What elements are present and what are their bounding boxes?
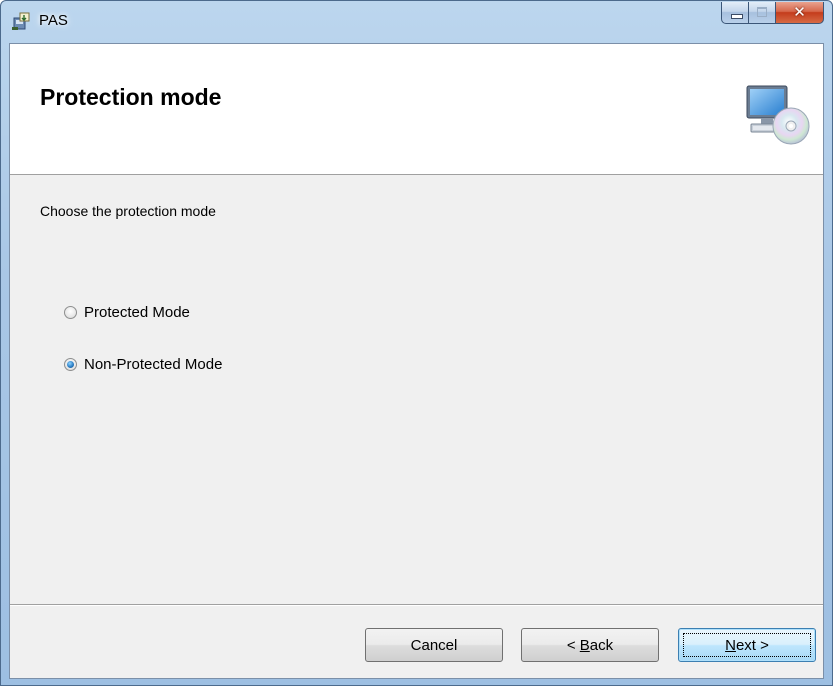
cancel-button[interactable]: Cancel	[365, 628, 503, 662]
maximize-button[interactable]	[749, 2, 776, 24]
next-rest: ext >	[735, 636, 769, 654]
window-title: PAS	[39, 12, 68, 29]
close-icon: ✕	[793, 3, 806, 21]
next-button[interactable]: Next >	[678, 628, 816, 662]
radio-button-unchecked[interactable]	[64, 306, 77, 319]
footer-divider	[10, 604, 823, 606]
back-prefix: <	[566, 636, 580, 654]
back-button-label: < Back	[567, 637, 613, 654]
dialog-client-area: Protection mode Choose the protection mo…	[9, 43, 824, 679]
header-banner: Protection mode	[10, 44, 823, 175]
radio-button-checked[interactable]	[64, 358, 77, 371]
title-bar[interactable]: PAS ✕	[1, 1, 832, 43]
radio-protected-mode[interactable]: Protected Mode	[64, 304, 190, 321]
installer-window: PAS ✕ Protection mode Choose the protect…	[0, 0, 833, 686]
back-rest: ack	[589, 636, 614, 654]
close-button[interactable]: ✕	[776, 2, 824, 24]
minimize-button[interactable]	[721, 2, 749, 24]
back-button[interactable]: < Back	[521, 628, 659, 662]
instruction-text: Choose the protection mode	[40, 203, 216, 219]
installer-package-icon	[12, 12, 30, 30]
next-mnemonic: N	[725, 636, 736, 654]
back-mnemonic: B	[579, 636, 590, 654]
computer-with-disc-icon	[746, 85, 810, 145]
caption-buttons: ✕	[721, 2, 824, 26]
cancel-button-label: Cancel	[410, 636, 458, 654]
next-button-label: Next >	[725, 637, 769, 654]
radio-label: Non-Protected Mode	[84, 356, 223, 373]
radio-non-protected-mode[interactable]: Non-Protected Mode	[64, 356, 222, 373]
radio-label: Protected Mode	[84, 304, 190, 321]
page-title: Protection mode	[40, 84, 222, 110]
